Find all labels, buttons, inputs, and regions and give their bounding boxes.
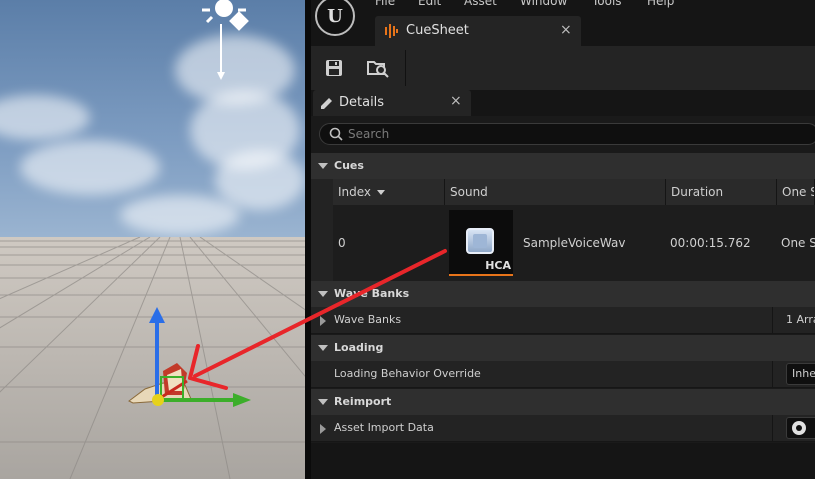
unreal-logo-icon[interactable]: U <box>315 0 355 36</box>
column-header-index[interactable]: Index <box>333 179 445 205</box>
browse-icon <box>367 61 389 78</box>
property-asset-import-label: Asset Import Data <box>334 421 434 434</box>
column-header-one-shot[interactable]: One S <box>777 179 815 205</box>
column-header-sound[interactable]: Sound <box>445 179 666 205</box>
transform-gizmo-icon[interactable] <box>125 305 260 415</box>
close-icon[interactable]: × <box>450 93 462 109</box>
tab-cuesheet[interactable]: CueSheet × <box>375 16 581 46</box>
menu-file[interactable]: File <box>375 0 395 8</box>
cloud <box>0 95 90 140</box>
cue-table: Index Sound Duration One S 0 HCA SampleV… <box>333 179 815 281</box>
column-header-one-shot-label: One S <box>782 185 815 199</box>
gear-icon <box>792 421 806 435</box>
section-reimport-label: Reimport <box>334 395 392 408</box>
column-splitter[interactable] <box>772 307 773 333</box>
loading-override-dropdown[interactable]: Inhe <box>786 363 815 385</box>
asset-import-button[interactable] <box>786 417 815 439</box>
section-wave-banks-label: Wave Banks <box>334 287 410 300</box>
column-header-index-label: Index <box>338 185 372 199</box>
chevron-down-icon <box>318 345 328 351</box>
property-wave-banks-value: 1 Arra <box>786 313 815 326</box>
column-header-duration-label: Duration <box>671 185 724 199</box>
cell-duration: 00:00:15.762 <box>670 236 751 250</box>
details-empty-area <box>311 443 815 479</box>
asset-type-bar <box>449 274 513 276</box>
property-loading-override-label: Loading Behavior Override <box>334 367 481 380</box>
menu-asset[interactable]: Asset <box>464 0 497 8</box>
section-indent <box>311 179 333 281</box>
chevron-right-icon[interactable] <box>320 316 326 326</box>
column-splitter[interactable] <box>772 415 773 441</box>
menu-help[interactable]: Help <box>647 0 674 8</box>
loading-override-value: Inhe <box>792 367 815 380</box>
menu-window[interactable]: Window <box>520 0 567 8</box>
cloud <box>20 140 160 195</box>
column-splitter[interactable] <box>772 361 773 387</box>
cell-index: 0 <box>338 236 346 250</box>
menu-edit[interactable]: Edit <box>418 0 441 8</box>
search-icon <box>329 127 343 141</box>
section-wave-banks[interactable]: Wave Banks <box>311 281 815 307</box>
sound-thumbnail[interactable]: HCA <box>449 210 513 276</box>
tab-details-label: Details <box>339 95 385 110</box>
chevron-right-icon[interactable] <box>320 424 326 434</box>
cuesheet-editor: File Edit Asset Window Tools Help U CueS… <box>311 0 815 479</box>
menu-tools[interactable]: Tools <box>592 0 622 8</box>
details-panel: Details × Cues Index <box>311 90 815 479</box>
browse-button[interactable] <box>361 52 395 84</box>
cuesheet-icon <box>385 24 398 38</box>
property-wave-banks[interactable]: Wave Banks 1 Arra <box>311 307 815 334</box>
sound-asset-icon <box>466 228 494 254</box>
search-box[interactable] <box>319 123 815 145</box>
thumb-badge: HCA <box>485 259 511 272</box>
details-icon <box>321 98 332 109</box>
tab-details[interactable]: Details × <box>313 90 471 116</box>
toolbar <box>311 46 815 90</box>
level-viewport[interactable] <box>0 0 305 479</box>
chevron-down-icon <box>318 291 328 297</box>
chevron-down-icon <box>318 399 328 405</box>
save-icon <box>326 60 342 76</box>
section-loading-label: Loading <box>334 341 384 354</box>
close-icon[interactable]: × <box>560 22 572 38</box>
column-header-sound-label: Sound <box>450 185 488 199</box>
section-cues[interactable]: Cues <box>311 153 815 179</box>
table-row[interactable]: 0 HCA SampleVoiceWav 00:00:15.762 One S <box>333 205 815 281</box>
sun-icon[interactable] <box>196 0 254 82</box>
section-loading[interactable]: Loading <box>311 335 815 361</box>
toolbar-separator <box>405 50 406 86</box>
section-reimport[interactable]: Reimport <box>311 389 815 415</box>
cell-sound[interactable]: SampleVoiceWav <box>523 205 625 281</box>
property-asset-import-data[interactable]: Asset Import Data <box>311 415 815 442</box>
menu-bar: File Edit Asset Window Tools Help <box>311 0 815 14</box>
chevron-down-icon <box>318 163 328 169</box>
section-cues-label: Cues <box>334 159 364 172</box>
cloud <box>120 195 240 235</box>
details-body: Cues Index Sound Duration One S 0 <box>311 116 815 479</box>
sort-down-icon <box>377 190 386 195</box>
cloud <box>215 150 305 210</box>
property-loading-override[interactable]: Loading Behavior Override Inhe <box>311 361 815 388</box>
search-input[interactable] <box>348 126 798 142</box>
property-wave-banks-label: Wave Banks <box>334 313 402 326</box>
column-header-duration[interactable]: Duration <box>666 179 777 205</box>
save-button[interactable] <box>317 52 351 84</box>
tab-cuesheet-label: CueSheet <box>406 23 469 38</box>
cell-one-shot: One S <box>781 236 815 250</box>
